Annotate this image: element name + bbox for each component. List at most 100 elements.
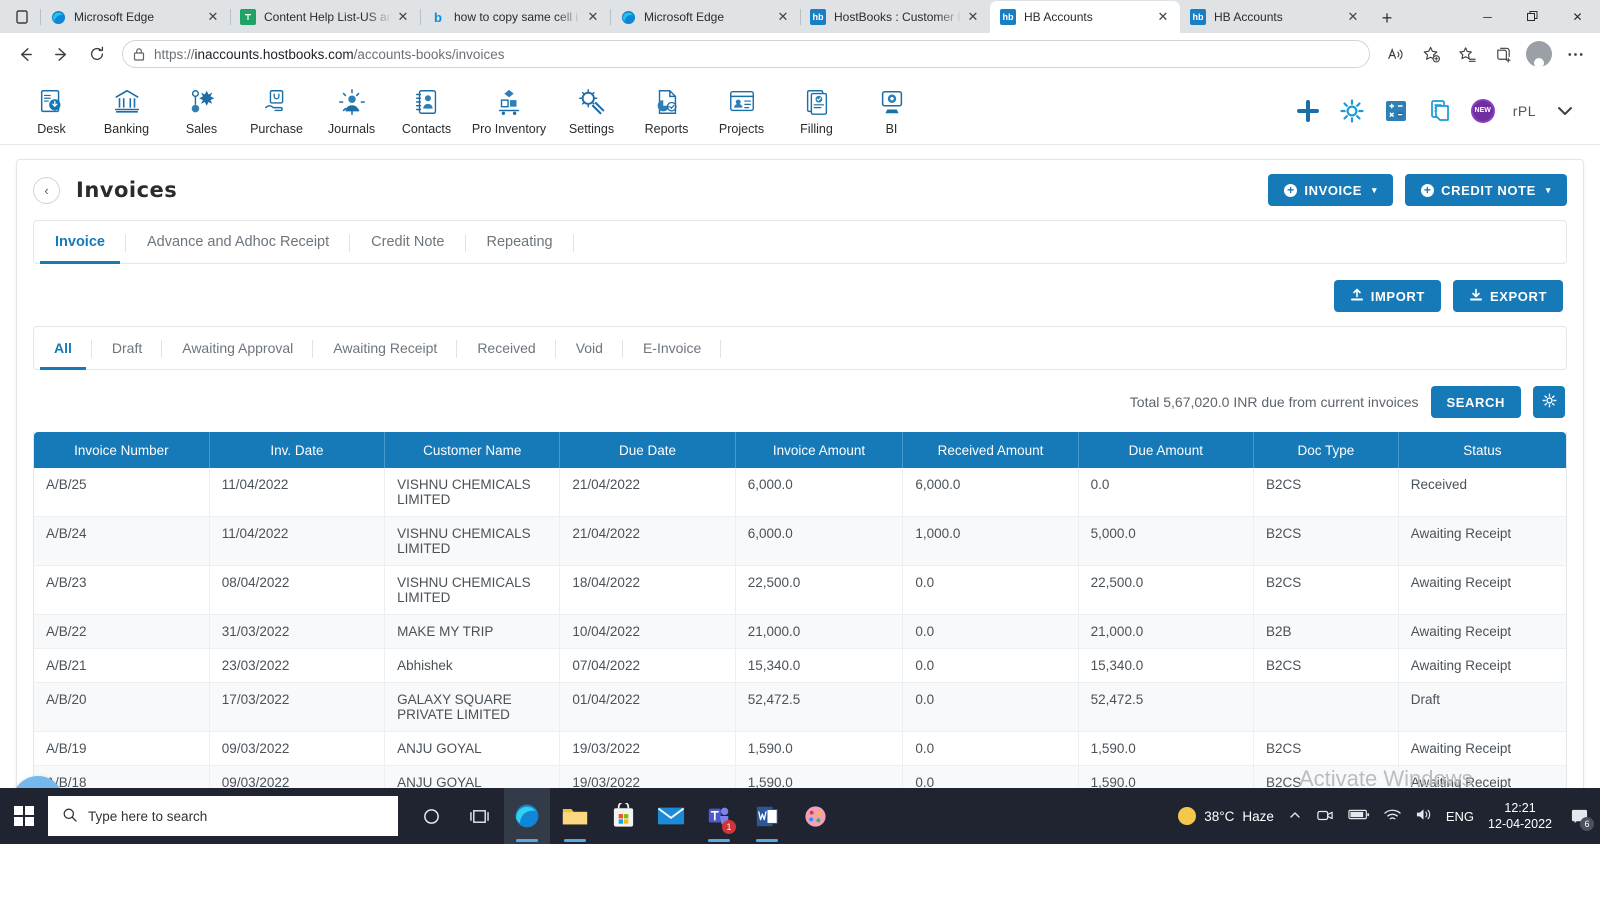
- browser-tab[interactable]: hb HostBooks : Customer F ✕: [800, 1, 990, 33]
- nav-item-reports[interactable]: Reports: [629, 85, 704, 136]
- language-indicator[interactable]: ENG: [1446, 809, 1474, 824]
- new-credit-note-button[interactable]: + CREDIT NOTE ▾: [1405, 174, 1567, 206]
- cell-invoice-number[interactable]: A/B/23: [34, 565, 210, 615]
- nav-item-pro-inventory[interactable]: Pro Inventory: [464, 85, 554, 136]
- taskbar-microsoft-store-icon[interactable]: [600, 788, 646, 844]
- close-icon[interactable]: ✕: [392, 6, 414, 28]
- cell-invoice-number[interactable]: A/B/21: [34, 648, 210, 683]
- new-tab-button[interactable]: +: [1370, 3, 1404, 33]
- table-row[interactable]: A/B/19 09/03/2022 ANJU GOYAL 19/03/2022 …: [34, 731, 1566, 766]
- taskbar-file-explorer-icon[interactable]: [552, 788, 598, 844]
- task-view-icon[interactable]: [456, 788, 502, 844]
- col-customer-name[interactable]: Customer Name: [384, 432, 561, 468]
- read-aloud-icon[interactable]: [1378, 37, 1412, 71]
- cell-invoice-number[interactable]: A/B/20: [34, 682, 210, 732]
- back-icon[interactable]: [8, 37, 42, 71]
- taskbar-word-icon[interactable]: [744, 788, 790, 844]
- cell-customer-name[interactable]: VISHNU CHEMICALS LIMITED: [384, 516, 561, 566]
- table-row[interactable]: A/B/21 23/03/2022 Abhishek 07/04/2022 15…: [34, 648, 1566, 683]
- tab-repeating[interactable]: Repeating: [466, 221, 574, 263]
- table-row[interactable]: A/B/20 17/03/2022 GALAXY SQUARE PRIVATE …: [34, 682, 1566, 732]
- chevron-down-icon[interactable]: [1554, 100, 1576, 122]
- close-icon[interactable]: ✕: [582, 6, 604, 28]
- table-row[interactable]: A/B/25 11/04/2022 VISHNU CHEMICALS LIMIT…: [34, 468, 1566, 517]
- col-invoice-number[interactable]: Invoice Number: [34, 432, 210, 468]
- nav-item-banking[interactable]: Banking: [89, 85, 164, 136]
- battery-icon[interactable]: [1348, 808, 1370, 824]
- nav-item-desk[interactable]: Desk: [14, 85, 89, 136]
- table-row[interactable]: A/B/24 11/04/2022 VISHNU CHEMICALS LIMIT…: [34, 516, 1566, 566]
- browser-tab[interactable]: hb HB Accounts ✕: [1180, 1, 1370, 33]
- search-button[interactable]: SEARCH: [1430, 386, 1521, 418]
- filter-draft[interactable]: Draft: [92, 327, 163, 369]
- col-status[interactable]: Status: [1398, 432, 1566, 468]
- filter-void[interactable]: Void: [556, 327, 624, 369]
- nav-item-settings[interactable]: Settings: [554, 85, 629, 136]
- nav-item-sales[interactable]: Sales: [164, 85, 239, 136]
- filter-awaiting-approval[interactable]: Awaiting Approval: [162, 327, 314, 369]
- col-due-date[interactable]: Due Date: [559, 432, 736, 468]
- filter-received[interactable]: Received: [457, 327, 557, 369]
- minimize-button[interactable]: ─: [1465, 0, 1510, 33]
- close-icon[interactable]: ✕: [962, 6, 984, 28]
- collections-icon[interactable]: [1486, 37, 1520, 71]
- nav-item-projects[interactable]: Projects: [704, 85, 779, 136]
- forward-icon[interactable]: [44, 37, 78, 71]
- cell-customer-name[interactable]: GALAXY SQUARE PRIVATE LIMITED: [384, 682, 561, 732]
- col-received-amount[interactable]: Received Amount: [902, 432, 1079, 468]
- browser-settings-icon[interactable]: [1558, 37, 1592, 71]
- cell-customer-name[interactable]: MAKE MY TRIP: [384, 614, 561, 649]
- taskbar-paint-icon[interactable]: [792, 788, 838, 844]
- close-icon[interactable]: ✕: [1152, 6, 1174, 28]
- taskbar-edge-icon[interactable]: [504, 788, 550, 844]
- clock[interactable]: 12:21 12-04-2022: [1488, 800, 1552, 833]
- cortana-icon[interactable]: [408, 788, 454, 844]
- add-icon[interactable]: [1295, 98, 1321, 124]
- browser-tab[interactable]: b how to copy same cell i ✕: [420, 1, 610, 33]
- show-hidden-icons-chevron-up-icon[interactable]: [1288, 808, 1302, 825]
- nav-item-filling[interactable]: Filling: [779, 85, 854, 136]
- favorites-icon[interactable]: [1450, 37, 1484, 71]
- nav-item-bi[interactable]: BI: [854, 85, 929, 136]
- filter-all[interactable]: All: [34, 327, 92, 370]
- cell-invoice-number[interactable]: A/B/19: [34, 731, 210, 766]
- filter-e-invoice[interactable]: E-Invoice: [623, 327, 722, 369]
- document-icon[interactable]: [1427, 98, 1453, 124]
- calculator-icon[interactable]: [1383, 98, 1409, 124]
- gear-icon[interactable]: [1339, 98, 1365, 124]
- taskbar-mail-icon[interactable]: [648, 788, 694, 844]
- browser-tab-active[interactable]: hb HB Accounts ✕: [990, 1, 1180, 33]
- cell-invoice-number[interactable]: A/B/24: [34, 516, 210, 566]
- table-row[interactable]: A/B/23 08/04/2022 VISHNU CHEMICALS LIMIT…: [34, 565, 1566, 615]
- meet-now-icon[interactable]: [1316, 807, 1334, 826]
- col-inv-date[interactable]: Inv. Date: [209, 432, 386, 468]
- weather-widget[interactable]: 38°C Haze: [1178, 807, 1274, 825]
- nav-item-journals[interactable]: Journals: [314, 85, 389, 136]
- tab-advance-and-adhoc-receipt[interactable]: Advance and Adhoc Receipt: [126, 221, 351, 263]
- wifi-icon[interactable]: [1384, 808, 1401, 825]
- new-invoice-button[interactable]: + INVOICE ▾: [1268, 174, 1394, 206]
- cell-invoice-number[interactable]: A/B/25: [34, 468, 210, 517]
- close-window-button[interactable]: ✕: [1555, 0, 1600, 33]
- table-settings-button[interactable]: [1533, 386, 1565, 418]
- nav-item-contacts[interactable]: Contacts: [389, 85, 464, 136]
- profile-avatar[interactable]: [1522, 37, 1556, 71]
- close-icon[interactable]: ✕: [202, 6, 224, 28]
- taskbar-teams-icon[interactable]: 1: [696, 788, 742, 844]
- close-icon[interactable]: ✕: [772, 6, 794, 28]
- maximize-button[interactable]: [1510, 0, 1555, 33]
- filter-awaiting-receipt[interactable]: Awaiting Receipt: [313, 327, 458, 369]
- taskbar-search-input[interactable]: Type here to search: [48, 796, 398, 836]
- tab-credit-note[interactable]: Credit Note: [350, 221, 466, 263]
- export-button[interactable]: EXPORT: [1452, 280, 1563, 312]
- volume-icon[interactable]: [1415, 807, 1432, 825]
- tab-search-icon[interactable]: [4, 1, 40, 33]
- back-button[interactable]: ‹: [33, 176, 60, 204]
- import-button[interactable]: IMPORT: [1333, 280, 1441, 312]
- notification-center-button[interactable]: 6: [1566, 803, 1594, 831]
- cell-invoice-number[interactable]: A/B/22: [34, 614, 210, 649]
- cell-customer-name[interactable]: ANJU GOYAL: [384, 731, 561, 766]
- start-button[interactable]: [0, 788, 48, 844]
- add-favorite-icon[interactable]: [1414, 37, 1448, 71]
- new-badge[interactable]: NEW: [1470, 98, 1495, 123]
